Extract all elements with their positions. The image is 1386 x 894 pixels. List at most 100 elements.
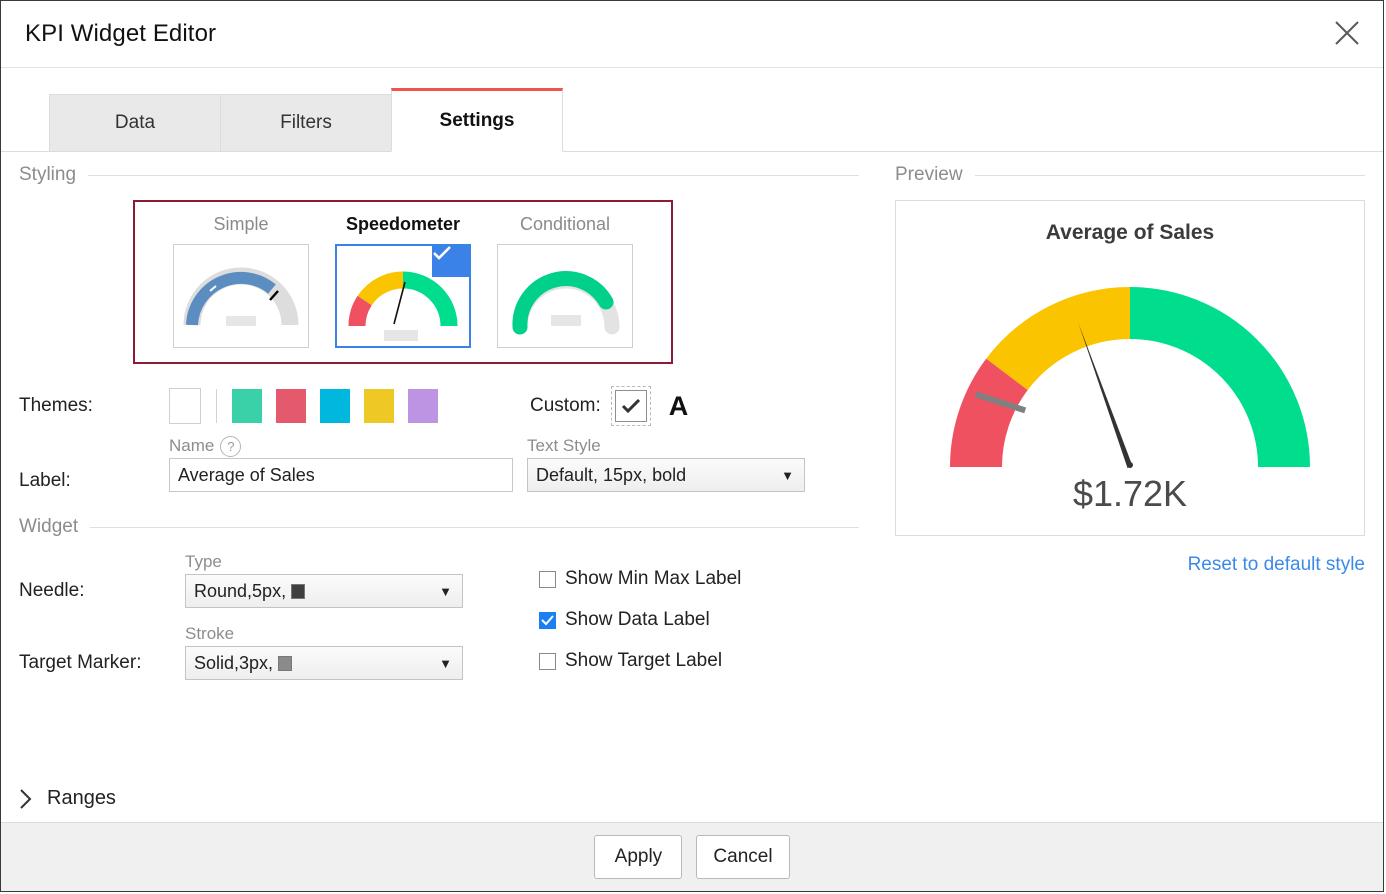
theme-swatch-red[interactable] — [276, 389, 306, 423]
chevron-down-icon: ▼ — [439, 583, 452, 599]
text-style-block: Text Style Default, 15px, bold ▼ — [527, 434, 805, 492]
tab-data[interactable]: Data — [49, 94, 221, 152]
gauge-needle-pivot — [1127, 462, 1133, 468]
page-title: KPI Widget Editor — [25, 20, 217, 47]
styling-section-header: Styling — [19, 164, 859, 186]
check-icon — [432, 245, 470, 277]
dialog-footer: Apply Cancel — [1, 822, 1383, 891]
chevron-down-icon: ▼ — [439, 655, 452, 671]
style-option-conditional[interactable]: Conditional — [490, 212, 640, 348]
gauge-data-label: $1.72K — [1072, 473, 1188, 514]
checkbox-show-min-max-label[interactable]: Show Min Max Label — [539, 568, 741, 590]
divider — [216, 389, 217, 423]
style-option-simple-label: Simple — [213, 214, 269, 234]
needle-row: Needle: Type Round,5px, ▼ — [19, 550, 539, 608]
font-style-icon[interactable]: A — [669, 391, 689, 422]
gauge-band-medium — [986, 287, 1131, 391]
style-option-simple[interactable]: Simple — [166, 212, 316, 348]
needle-color-swatch — [291, 583, 306, 599]
theme-swatch-yellow[interactable] — [364, 389, 394, 423]
checkbox-box — [539, 570, 556, 588]
kpi-widget-editor-dialog: KPI Widget Editor Data Filters Settings … — [0, 0, 1384, 892]
apply-button[interactable]: Apply — [594, 835, 683, 879]
theme-swatch-purple[interactable] — [408, 389, 438, 423]
text-style-caption: Text Style — [527, 436, 601, 455]
target-marker-row: Target Marker: Stroke Solid,3px, ▼ — [19, 622, 539, 680]
widget-section-header: Widget — [19, 516, 859, 538]
label-row: Label: Name ? Text Style Default, 15px, … — [19, 434, 859, 492]
dialog-titlebar: KPI Widget Editor — [1, 1, 1383, 68]
gauge-title: Average of Sales — [1045, 221, 1215, 244]
style-option-conditional-label: Conditional — [519, 214, 611, 234]
widget-section: Widget Needle: Type Round,5px, ▼ Target … — [19, 516, 859, 694]
style-option-speedometer[interactable]: Speedometer — [328, 212, 478, 348]
needle-label: Needle: — [19, 580, 85, 601]
close-icon[interactable] — [1325, 11, 1369, 55]
preview-card: Average of Sales $1.72K — [895, 200, 1365, 536]
ranges-expander[interactable]: Ranges — [19, 787, 116, 810]
widget-checkbox-group: Show Min Max Label Show Data Label Show … — [539, 550, 741, 694]
style-thumbnail-conditional[interactable] — [497, 244, 633, 348]
text-style-select[interactable]: Default, 15px, bold ▼ — [527, 458, 805, 492]
widget-selects: Needle: Type Round,5px, ▼ Target Marker:… — [19, 550, 539, 694]
needle-type-select[interactable]: Round,5px, ▼ — [185, 574, 463, 608]
checkbox-label: Show Data Label — [565, 609, 710, 630]
theme-swatch-blue[interactable] — [320, 389, 350, 423]
tab-bar: Data Filters Settings — [1, 68, 1383, 152]
style-thumbnail-speedometer[interactable] — [335, 244, 471, 348]
gauge-chart: $1.72K — [896, 245, 1364, 514]
gauge-band-high — [1129, 287, 1310, 468]
checkbox-box — [539, 611, 556, 629]
needle-type-block: Type Round,5px, ▼ — [185, 550, 463, 608]
target-marker-stroke-caption: Stroke — [185, 624, 235, 643]
theme-swatch-none[interactable] — [169, 388, 201, 424]
theme-swatch-green[interactable] — [232, 389, 262, 423]
label-row-label: Label: — [19, 470, 71, 491]
checkbox-show-target-label[interactable]: Show Target Label — [539, 650, 741, 672]
help-icon[interactable]: ? — [220, 435, 242, 457]
preview-pane: Preview Average of Sales $1.72K Reset to… — [887, 152, 1383, 822]
gauge-band-low — [950, 358, 1029, 468]
preview-heading: Preview — [895, 164, 963, 185]
needle-type-value: Round,5px, — [194, 580, 287, 601]
widget-grid: Needle: Type Round,5px, ▼ Target Marker:… — [19, 550, 859, 694]
checkbox-label: Show Min Max Label — [565, 568, 742, 589]
reset-to-default-style-link[interactable]: Reset to default style — [895, 554, 1365, 576]
dialog-content: Styling Simple Speedometer Conditional T… — [1, 152, 1383, 822]
text-style-value: Default, 15px, bold — [536, 464, 687, 485]
divider — [88, 174, 859, 176]
widget-heading: Widget — [19, 516, 79, 537]
checkbox-label: Show Target Label — [565, 650, 723, 671]
checkbox-show-data-label[interactable]: Show Data Label — [539, 609, 741, 631]
name-field-block: Name ? — [169, 434, 513, 492]
ranges-label: Ranges — [47, 787, 116, 809]
custom-label: Custom: — [530, 395, 601, 416]
target-marker-label: Target Marker: — [19, 652, 142, 673]
tab-data-label: Data — [114, 112, 156, 133]
divider — [90, 526, 859, 528]
target-marker-stroke-value: Solid,3px, — [194, 652, 274, 673]
gauge-svg — [950, 287, 1310, 468]
custom-checkbox[interactable] — [610, 386, 651, 426]
tab-filters-label: Filters — [280, 112, 332, 133]
cancel-button[interactable]: Cancel — [696, 835, 790, 879]
tab-filters[interactable]: Filters — [220, 94, 392, 152]
chevron-right-icon — [20, 788, 32, 809]
needle-type-caption: Type — [185, 552, 222, 571]
target-marker-stroke-block: Stroke Solid,3px, ▼ — [185, 622, 463, 680]
name-input[interactable] — [169, 458, 513, 492]
style-thumbnail-simple[interactable] — [173, 244, 309, 348]
chevron-down-icon: ▼ — [781, 467, 794, 483]
theme-swatches — [232, 389, 438, 423]
themes-row: Themes: Custom: A — [19, 386, 859, 426]
styling-heading: Styling — [19, 164, 77, 185]
preview-section-header: Preview — [895, 164, 1365, 186]
tab-settings[interactable]: Settings — [391, 88, 563, 152]
divider — [974, 174, 1365, 176]
checkbox-box — [539, 652, 556, 670]
gauge-style-picker: Simple Speedometer Conditional — [133, 200, 673, 364]
target-marker-stroke-select[interactable]: Solid,3px, ▼ — [185, 646, 463, 680]
target-marker-color-swatch — [278, 655, 293, 671]
themes-label: Themes: — [19, 395, 93, 416]
custom-group: Custom: A — [530, 386, 689, 426]
